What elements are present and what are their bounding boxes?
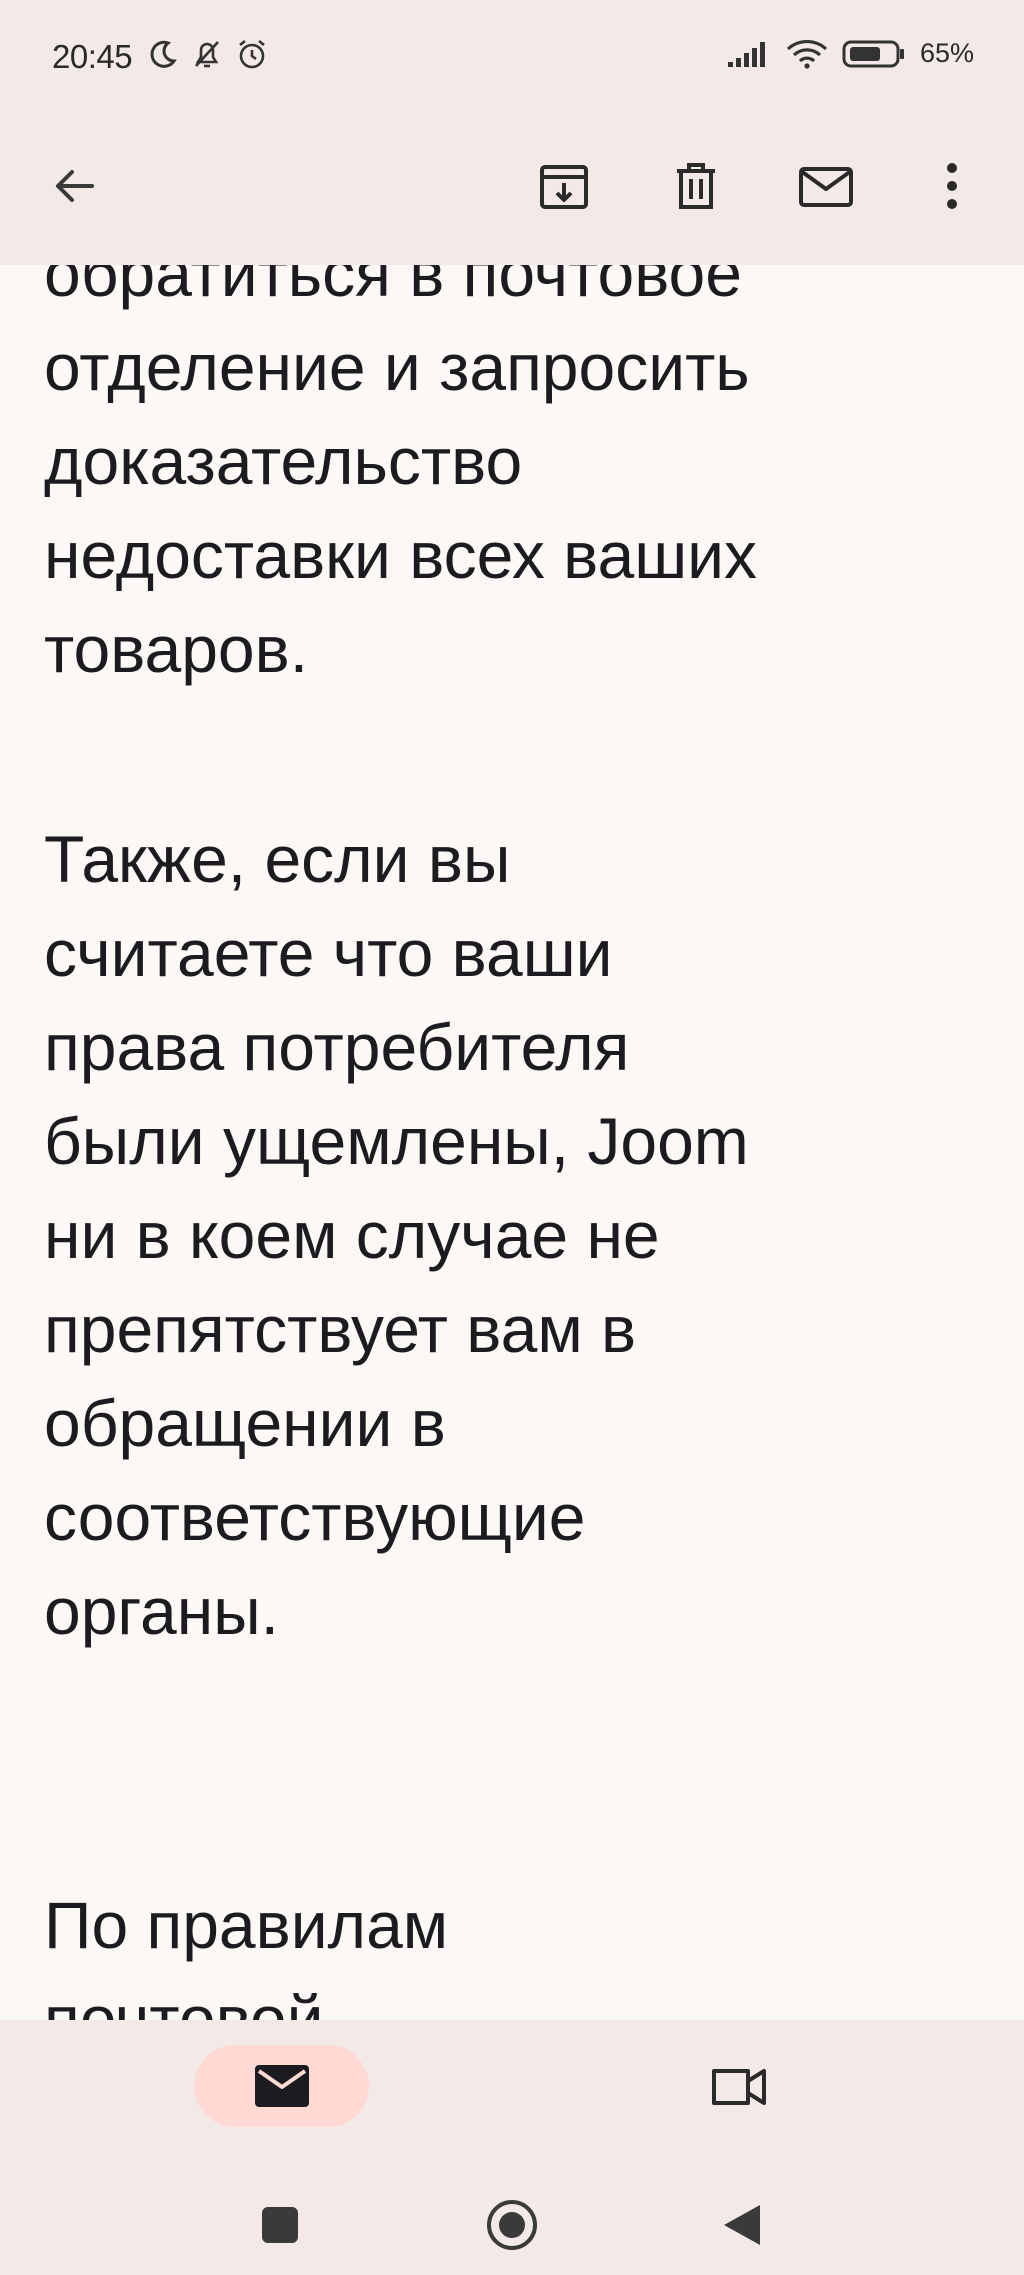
bottom-navigation [0,2020,1024,2275]
home-icon [487,2200,537,2250]
system-back-button[interactable] [712,2195,772,2255]
status-bar: 20:45 65% [0,0,1024,110]
mark-unread-icon [799,167,853,207]
recents-button[interactable] [250,2195,310,2255]
more-options-button[interactable] [916,150,988,222]
email-toolbar [0,110,1024,265]
alarm-icon [239,39,265,69]
nav-mail-tab[interactable] [194,2045,369,2127]
back-icon [724,2205,760,2245]
back-arrow-icon [56,170,94,202]
bell-off-icon [195,41,219,68]
nav-meet-tab[interactable] [703,2050,775,2122]
email-body: обратиться в почтовое отделение и запрос… [0,0,1024,2020]
mail-icon [254,2065,309,2107]
signal-icon [727,41,765,67]
moon-icon [150,40,177,68]
email-paragraph: обратиться в почтовое отделение и запрос… [44,236,758,686]
wifi-icon [786,39,828,69]
mark-unread-button[interactable] [790,150,862,222]
status-time: 20:45 [52,38,133,75]
video-call-icon [712,2069,766,2105]
back-button[interactable] [38,150,110,222]
delete-icon [677,163,715,209]
more-icon [947,163,957,209]
recents-icon [262,2207,298,2243]
home-button[interactable] [482,2195,542,2255]
email-paragraph: По правилам почтовой [44,1888,449,2020]
email-paragraph: Также, если вы считаете что ваши права п… [44,822,749,1648]
archive-icon [540,165,588,209]
delete-button[interactable] [660,150,732,222]
battery-percent: 65% [919,38,974,68]
battery-icon [842,40,904,67]
archive-button[interactable] [528,150,600,222]
